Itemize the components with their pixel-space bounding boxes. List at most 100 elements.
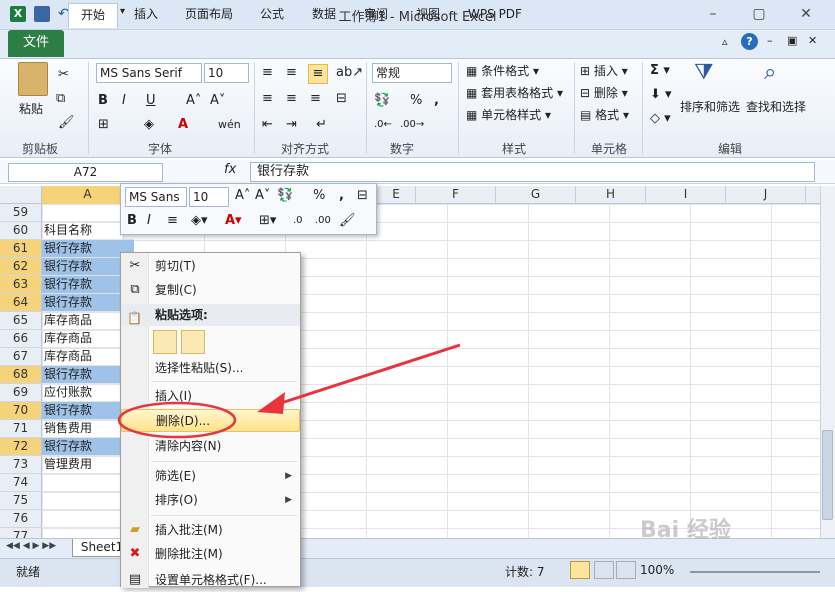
mini-fill-color-icon[interactable]: ◈▾ xyxy=(191,212,208,230)
row-header[interactable]: 61 xyxy=(0,240,42,258)
mini-italic-icon[interactable]: I xyxy=(147,212,151,230)
tab-review[interactable]: 审阅 xyxy=(354,3,398,28)
row-header[interactable]: 70 xyxy=(0,402,42,420)
row-header[interactable]: 67 xyxy=(0,348,42,366)
menu-item-sort[interactable]: 排序(O) ▶ xyxy=(121,489,300,512)
menu-item-delete-comment[interactable]: ✖ 删除批注(M) xyxy=(121,543,300,566)
fill-icon[interactable]: ⬇ ▾ xyxy=(650,86,672,104)
tab-page-layout[interactable]: 页面布局 xyxy=(176,3,242,28)
mini-currency-icon[interactable]: 💱 xyxy=(277,187,293,205)
format-as-table-button[interactable]: ▦ 套用表格格式 ▾ xyxy=(466,84,563,101)
row-header[interactable]: 69 xyxy=(0,384,42,402)
menu-item-cut[interactable]: ✂ 剪切(T) xyxy=(121,255,300,278)
tab-data[interactable]: 数据 xyxy=(302,3,346,28)
row-header[interactable]: 60 xyxy=(0,222,42,240)
row-header[interactable]: 68 xyxy=(0,366,42,384)
column-header-j[interactable]: J xyxy=(726,186,806,204)
row-header[interactable]: 73 xyxy=(0,456,42,474)
row-header[interactable]: 66 xyxy=(0,330,42,348)
phonetic-icon[interactable]: wén xyxy=(218,116,241,134)
tab-wps-pdf[interactable]: WPS PDF xyxy=(460,3,530,28)
menu-item-format-cells[interactable]: ▤ 设置单元格格式(F)... xyxy=(121,569,300,592)
cut-icon[interactable]: ✂ xyxy=(58,66,69,84)
sheet-nav-arrows[interactable]: ◀◀ ◀ ▶ ▶▶ xyxy=(6,541,56,551)
formula-input[interactable]: 银行存款 xyxy=(250,162,815,182)
row-header[interactable]: 75 xyxy=(0,492,42,510)
column-header-e[interactable]: E xyxy=(376,186,416,204)
clear-icon[interactable]: ◇ ▾ xyxy=(650,110,671,128)
decrease-indent-icon[interactable]: ⇤ xyxy=(262,116,273,134)
paste-icon[interactable] xyxy=(18,62,48,96)
comma-icon[interactable]: , xyxy=(434,92,439,110)
row-header[interactable]: 74 xyxy=(0,474,42,492)
zoom-level[interactable]: 100% xyxy=(640,563,674,577)
font-name-combo[interactable]: MS Sans Serif xyxy=(96,63,202,83)
conditional-format-button[interactable]: ▦ 条件格式 ▾ xyxy=(466,62,539,79)
menu-item-insert-comment[interactable]: ▰ 插入批注(M) xyxy=(121,519,300,542)
align-center-icon[interactable]: ≡ xyxy=(286,90,297,108)
close-button[interactable]: ✕ xyxy=(795,4,817,24)
vertical-scroll-thumb[interactable] xyxy=(822,430,833,520)
increase-decimal-icon[interactable]: .0← xyxy=(374,116,392,134)
sort-filter-button[interactable]: 排序和筛选 xyxy=(680,98,740,115)
mini-font-combo[interactable]: MS Sans xyxy=(125,187,187,207)
menu-item-copy[interactable]: ⧉ 复制(C) xyxy=(121,279,300,302)
tab-insert[interactable]: 插入 xyxy=(124,3,168,28)
copy-icon[interactable]: ⧉ xyxy=(56,90,65,108)
sort-filter-icon[interactable]: ⧩ xyxy=(694,62,714,84)
align-top-icon[interactable]: ≡ xyxy=(262,64,273,82)
autosum-icon[interactable]: Σ ▾ xyxy=(650,62,670,80)
mini-shrink-font-icon[interactable]: A˅ xyxy=(255,187,270,205)
name-box[interactable]: A72 xyxy=(8,163,163,182)
paste-button[interactable]: 粘贴 xyxy=(19,100,43,117)
number-format-combo[interactable]: 常规 xyxy=(372,63,452,83)
doc-restore-icon[interactable]: ▣ xyxy=(787,34,797,47)
bold-icon[interactable]: B xyxy=(98,92,108,110)
maximize-button[interactable]: ▢ xyxy=(748,4,770,24)
shrink-font-icon[interactable]: A˅ xyxy=(210,92,225,110)
format-painter-icon[interactable]: 🖌 xyxy=(58,114,75,132)
align-bottom-icon[interactable]: ≡ xyxy=(308,64,328,84)
font-color-icon[interactable]: A xyxy=(178,116,188,134)
column-header-h[interactable]: H xyxy=(576,186,646,204)
page-layout-view-icon[interactable] xyxy=(594,561,614,579)
tab-formulas[interactable]: 公式 xyxy=(250,3,294,28)
row-header[interactable]: 62 xyxy=(0,258,42,276)
percent-icon[interactable]: % xyxy=(410,92,422,110)
underline-icon[interactable]: U xyxy=(146,92,156,110)
doc-minimize-icon[interactable]: – xyxy=(767,34,773,47)
tab-file[interactable]: 文件 xyxy=(8,30,64,57)
page-break-view-icon[interactable] xyxy=(616,561,636,579)
insert-function-icon[interactable]: fx xyxy=(224,162,244,177)
row-header[interactable]: 71 xyxy=(0,420,42,438)
menu-item-filter[interactable]: 筛选(E) ▶ xyxy=(121,465,300,488)
orientation-icon[interactable]: ab↗ xyxy=(336,64,363,82)
align-middle-icon[interactable]: ≡ xyxy=(286,64,297,82)
format-cells-button[interactable]: ▤ 格式 ▾ xyxy=(580,106,629,123)
fill-color-icon[interactable]: ◈ xyxy=(144,116,154,134)
find-select-icon[interactable]: ⌕ xyxy=(764,62,776,84)
align-left-icon[interactable]: ≡ xyxy=(262,90,273,108)
increase-indent-icon[interactable]: ⇥ xyxy=(286,116,297,134)
column-header-g[interactable]: G xyxy=(496,186,576,204)
row-header[interactable]: 72 xyxy=(0,438,42,456)
ribbon-collapse-icon[interactable]: ▵ xyxy=(722,35,728,48)
row-header[interactable]: 65 xyxy=(0,312,42,330)
mini-size-combo[interactable]: 10 xyxy=(189,187,229,207)
mini-merge-icon[interactable]: ⊟ xyxy=(357,187,368,205)
mini-format-painter-icon[interactable]: 🖌 xyxy=(339,212,356,230)
borders-icon[interactable]: ⊞ xyxy=(98,116,109,134)
mini-borders-icon[interactable]: ⊞▾ xyxy=(259,212,276,230)
minimize-button[interactable]: – xyxy=(702,4,724,24)
grow-font-icon[interactable]: A˄ xyxy=(186,92,201,110)
wrap-text-icon[interactable]: ↵ xyxy=(316,116,327,134)
mini-decrease-decimal-icon[interactable]: .0 xyxy=(293,212,303,230)
mini-align-icon[interactable]: ≡ xyxy=(167,212,178,230)
tab-home[interactable]: 开始 xyxy=(68,3,118,28)
mini-font-color-icon[interactable]: A▾ xyxy=(225,212,242,230)
row-header[interactable]: 63 xyxy=(0,276,42,294)
currency-icon[interactable]: 💱 xyxy=(374,92,390,110)
insert-cells-button[interactable]: ⊞ 插入 ▾ xyxy=(580,62,628,79)
align-right-icon[interactable]: ≡ xyxy=(310,90,321,108)
mini-increase-decimal-icon[interactable]: .00 xyxy=(315,212,331,230)
